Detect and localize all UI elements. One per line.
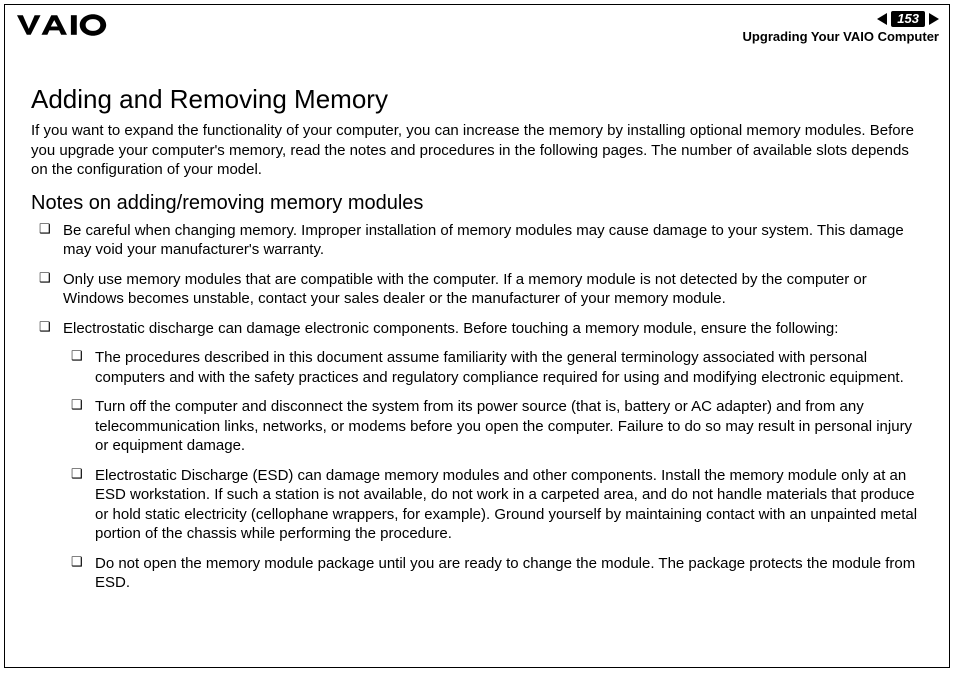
- list-item: Be careful when changing memory. Imprope…: [31, 221, 923, 260]
- list-item: Electrostatic Discharge (ESD) can damage…: [63, 466, 923, 544]
- intro-paragraph: If you want to expand the functionality …: [31, 121, 923, 180]
- page-frame: 153 Upgrading Your VAIO Computer Adding …: [4, 4, 950, 668]
- header: 153 Upgrading Your VAIO Computer: [5, 5, 949, 50]
- notes-sublist: The procedures described in this documen…: [63, 348, 923, 593]
- list-item-text: Electrostatic discharge can damage elect…: [63, 320, 838, 337]
- list-item: Electrostatic discharge can damage elect…: [31, 319, 923, 593]
- prev-page-arrow-icon[interactable]: [877, 13, 887, 25]
- notes-list: Be careful when changing memory. Imprope…: [31, 221, 923, 593]
- notes-subtitle: Notes on adding/removing memory modules: [31, 192, 923, 215]
- list-item: Only use memory modules that are compati…: [31, 270, 923, 309]
- list-item: Turn off the computer and disconnect the…: [63, 397, 923, 456]
- section-name: Upgrading Your VAIO Computer: [743, 29, 939, 44]
- page-number: 153: [891, 11, 925, 27]
- header-right: 153 Upgrading Your VAIO Computer: [743, 11, 939, 44]
- next-page-arrow-icon[interactable]: [929, 13, 939, 25]
- list-item: The procedures described in this documen…: [63, 348, 923, 387]
- vaio-logo: [17, 14, 115, 41]
- page-title: Adding and Removing Memory: [31, 84, 923, 115]
- content: Adding and Removing Memory If you want t…: [5, 50, 949, 593]
- page-nav: 153: [743, 11, 939, 27]
- list-item: Do not open the memory module package un…: [63, 554, 923, 593]
